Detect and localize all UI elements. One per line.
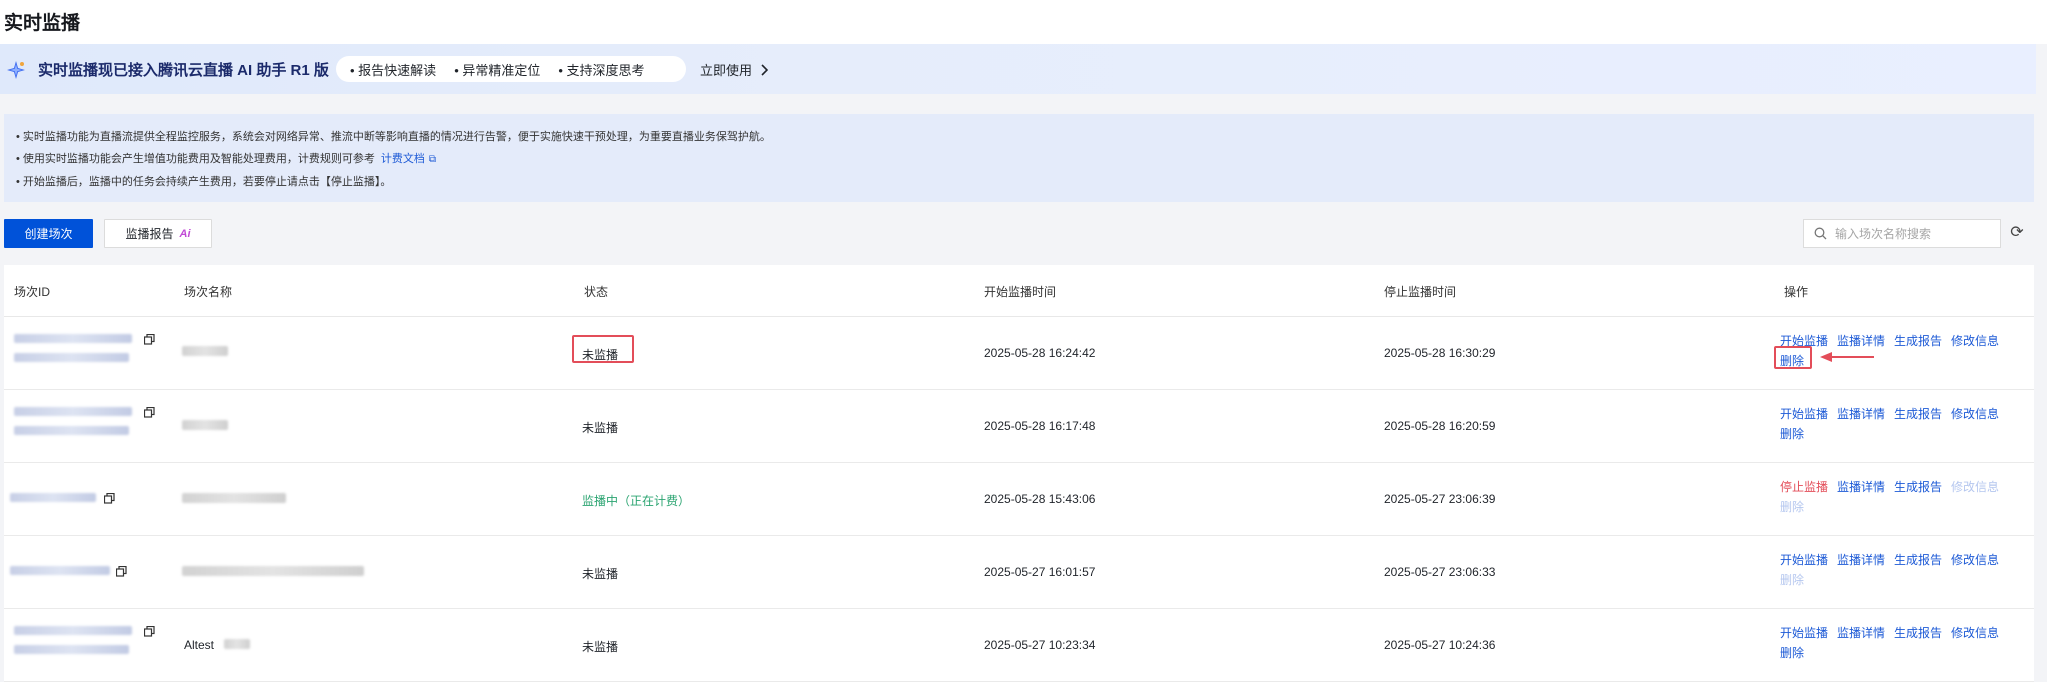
- info-line-2: 使用实时监播功能会产生增值功能费用及智能处理费用，计费规则可参考计费文档⧉: [16, 148, 2034, 171]
- stop-time: 2025-05-28 16:30:29: [1384, 346, 1496, 360]
- refresh-icon[interactable]: ⟳: [2008, 224, 2026, 242]
- create-session-button[interactable]: 创建场次: [4, 219, 93, 248]
- stop-monitor-link[interactable]: 停止监播: [1780, 478, 1828, 495]
- monitor-detail-link[interactable]: 监播详情: [1837, 551, 1885, 568]
- copy-icon[interactable]: [144, 334, 155, 345]
- monitor-report-button[interactable]: 监播报告 Ai: [104, 219, 212, 248]
- status-badge: 未监播: [582, 421, 619, 435]
- delete-link[interactable]: 删除: [1780, 425, 1804, 442]
- session-id-redacted: [14, 426, 129, 435]
- generate-report-link[interactable]: 生成报告: [1894, 551, 1942, 568]
- table-row: 未监播 2025-05-28 16:17:48 2025-05-28 16:20…: [4, 390, 2034, 463]
- column-header-status: 状态: [584, 285, 609, 299]
- billing-doc-link[interactable]: 计费文档: [381, 153, 425, 165]
- highlight-box: [1774, 346, 1812, 369]
- table-row: 未监播 2025-05-28 16:24:42 2025-05-28 16:30…: [4, 317, 2034, 390]
- monitor-detail-link[interactable]: 监播详情: [1837, 405, 1885, 422]
- session-name-redacted: [182, 493, 286, 503]
- edit-info-link[interactable]: 修改信息: [1951, 624, 1999, 641]
- info-line-3: 开始监播后，监播中的任务会持续产生费用，若要停止请点击【停止监播】。: [16, 171, 2034, 193]
- ai-assistant-banner: 实时监播现已接入腾讯云直播 AI 助手 R1 版 报告快速解读 异常精准定位 支…: [0, 44, 2036, 94]
- table-row: 监播中（正在计费） 2025-05-28 15:43:06 2025-05-27…: [4, 463, 2034, 536]
- monitor-detail-link[interactable]: 监播详情: [1837, 624, 1885, 641]
- use-now-link[interactable]: 立即使用: [700, 60, 769, 79]
- edit-info-link-disabled: 修改信息: [1951, 480, 2000, 494]
- session-name-redacted: [224, 639, 250, 649]
- generate-report-link[interactable]: 生成报告: [1894, 478, 1942, 495]
- session-name-redacted: [182, 566, 364, 576]
- start-time: 2025-05-28 16:17:48: [984, 419, 1096, 433]
- pointer-arrow-icon: [1820, 352, 1874, 362]
- session-id-redacted: [14, 353, 129, 362]
- session-name: Altest: [184, 638, 215, 652]
- monitor-detail-link[interactable]: 监播详情: [1837, 332, 1885, 349]
- copy-icon[interactable]: [144, 407, 155, 418]
- start-monitor-link[interactable]: 开始监播: [1780, 405, 1828, 422]
- edit-info-link[interactable]: 修改信息: [1951, 551, 1999, 568]
- feature-item: 支持深度思考: [558, 60, 645, 79]
- ai-assistant-logo-icon: [7, 61, 25, 79]
- status-badge: 监播中（正在计费）: [582, 494, 691, 508]
- table-row: Altest 未监播 2025-05-27 10:23:34 2025-05-2…: [4, 609, 2034, 682]
- column-header-start-time: 开始监播时间: [984, 285, 1057, 299]
- start-time: 2025-05-27 16:01:57: [984, 565, 1096, 579]
- search-input[interactable]: [1835, 226, 1995, 241]
- copy-icon[interactable]: [144, 626, 155, 637]
- session-name-redacted: [182, 346, 228, 356]
- start-time: 2025-05-28 16:24:42: [984, 346, 1096, 360]
- feature-pill: 报告快速解读 异常精准定位 支持深度思考: [336, 56, 686, 82]
- stop-time: 2025-05-28 16:20:59: [1384, 419, 1496, 433]
- column-header-session-id: 场次ID: [14, 285, 51, 299]
- ai-banner-title: 实时监播现已接入腾讯云直播 AI 助手 R1 版: [38, 62, 329, 79]
- highlight-box: [572, 335, 634, 363]
- feature-item: 异常精准定位: [454, 60, 540, 79]
- ai-badge-icon: Ai: [179, 227, 191, 240]
- session-id-redacted: [14, 626, 132, 635]
- session-id-redacted: [10, 566, 110, 575]
- copy-icon[interactable]: [104, 493, 115, 504]
- delete-link-disabled: 删除: [1780, 500, 1805, 514]
- edit-info-link[interactable]: 修改信息: [1951, 405, 1999, 422]
- start-monitor-link[interactable]: 开始监播: [1780, 551, 1828, 568]
- page-title: 实时监播: [4, 13, 81, 34]
- session-id-redacted: [14, 334, 132, 343]
- edit-info-link[interactable]: 修改信息: [1951, 332, 1999, 349]
- sessions-table: 场次ID 场次名称 状态 开始监播时间 停止监播时间 操作 未监播 2025-0…: [4, 265, 2034, 682]
- start-time: 2025-05-27 10:23:34: [984, 638, 1096, 652]
- start-time: 2025-05-28 15:43:06: [984, 492, 1096, 506]
- start-monitor-link[interactable]: 开始监播: [1780, 624, 1828, 641]
- external-link-icon[interactable]: ⧉: [429, 149, 436, 171]
- column-header-actions: 操作: [1784, 285, 1809, 299]
- search-box[interactable]: [1803, 219, 2001, 248]
- generate-report-link[interactable]: 生成报告: [1894, 332, 1942, 349]
- session-name-redacted: [182, 420, 228, 430]
- table-row: 未监播 2025-05-27 16:01:57 2025-05-27 23:06…: [4, 536, 2034, 609]
- search-icon: [1814, 227, 1827, 240]
- session-id-redacted: [10, 493, 96, 502]
- use-now-label: 立即使用: [700, 63, 753, 78]
- delete-link-disabled: 删除: [1780, 573, 1805, 587]
- monitor-detail-link[interactable]: 监播详情: [1837, 478, 1885, 495]
- monitor-report-label: 监播报告: [125, 227, 174, 241]
- info-line-1: 实时监播功能为直播流提供全程监控服务，系统会对网络异常、推流中断等影响直播的情况…: [16, 126, 2034, 148]
- copy-icon[interactable]: [116, 566, 127, 577]
- stop-time: 2025-05-27 23:06:39: [1384, 492, 1496, 506]
- stop-time: 2025-05-27 10:24:36: [1384, 638, 1496, 652]
- table-header: 场次ID 场次名称 状态 开始监播时间 停止监播时间 操作: [4, 265, 2034, 317]
- column-header-stop-time: 停止监播时间: [1384, 285, 1457, 299]
- column-header-session-name: 场次名称: [184, 285, 233, 299]
- feature-item: 报告快速解读: [350, 60, 436, 79]
- top-bar: 实时监播: [0, 0, 2047, 44]
- info-notice: 实时监播功能为直播流提供全程监控服务，系统会对网络异常、推流中断等影响直播的情况…: [4, 114, 2034, 202]
- session-id-redacted: [14, 407, 132, 416]
- status-badge: 未监播: [582, 640, 619, 654]
- session-id-redacted: [14, 645, 129, 654]
- generate-report-link[interactable]: 生成报告: [1894, 405, 1942, 422]
- generate-report-link[interactable]: 生成报告: [1894, 624, 1942, 641]
- stop-time: 2025-05-27 23:06:33: [1384, 565, 1496, 579]
- status-badge: 未监播: [582, 567, 619, 581]
- delete-link[interactable]: 删除: [1780, 644, 1804, 661]
- chevron-right-icon: [761, 63, 769, 76]
